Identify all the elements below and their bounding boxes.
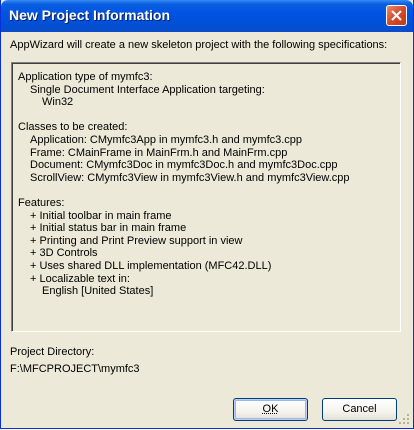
intro-text: AppWizard will create a new skeleton pro… (10, 39, 388, 51)
close-button[interactable] (386, 5, 407, 26)
language-text: English [United States] (42, 285, 154, 298)
close-icon (391, 10, 402, 21)
class-item: Application: CMymfc3App in mymfc3.h and … (30, 133, 303, 146)
feature-item: + Printing and Print Preview support in … (30, 234, 243, 247)
cancel-button[interactable]: Cancel (322, 398, 397, 421)
feature-item: + Initial toolbar in main frame (30, 209, 172, 222)
resize-grip-icon[interactable] (399, 414, 410, 425)
title-bar[interactable]: New Project Information (1, 0, 413, 32)
feature-item: + Initial status bar in main frame (30, 222, 187, 235)
specifications-box[interactable]: Application type of mymfc3: Single Docum… (11, 62, 401, 332)
project-directory-path: F:\MFCPROJECT\mymfc3 (10, 363, 140, 375)
ok-button-label: OK (262, 403, 279, 415)
app-type-line: Single Document Interface Application ta… (30, 83, 265, 96)
window-title: New Project Information (9, 7, 171, 23)
feature-item: + Uses shared DLL implementation (MFC42.… (30, 259, 272, 272)
project-directory-label: Project Directory: (10, 346, 95, 358)
feature-item: + Localizable text in: (30, 272, 130, 285)
class-item: Frame: CMainFrame in MainFrm.h and MainF… (30, 146, 288, 159)
features-heading: Features: (18, 196, 65, 209)
dialog-window: New Project Information AppWizard will c… (0, 0, 414, 429)
platform-text: Win32 (42, 96, 74, 109)
app-type-heading: Application type of mymfc3: (18, 71, 153, 83)
feature-item: + 3D Controls (30, 247, 98, 260)
ok-button[interactable]: OK (233, 398, 308, 421)
class-item: ScrollView: CMymfc3View in mymfc3View.h … (30, 171, 350, 184)
classes-heading: Classes to be created: (18, 121, 128, 134)
class-item: Document: CMymfc3Doc in mymfc3Doc.h and … (30, 159, 338, 172)
